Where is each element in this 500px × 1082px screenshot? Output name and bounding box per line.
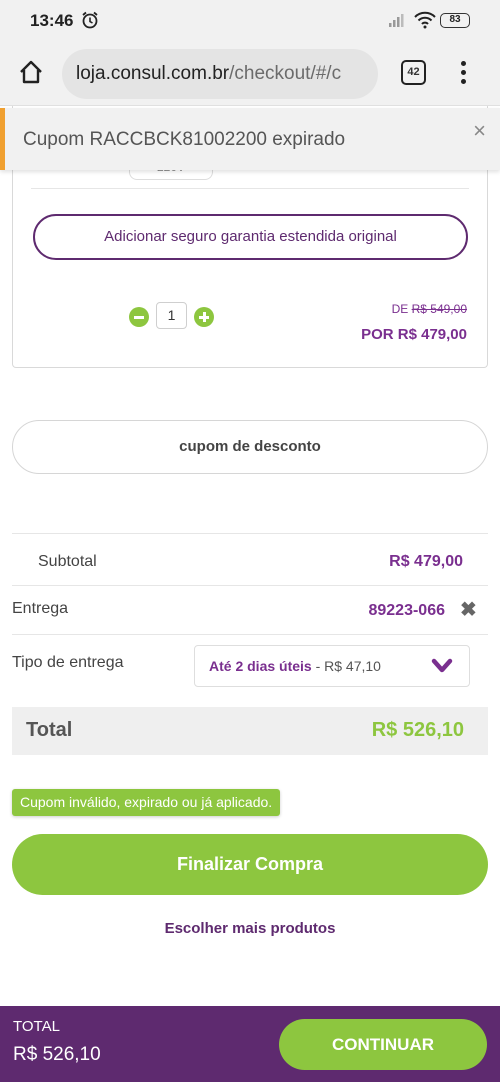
old-price-prefix: DE	[391, 302, 409, 316]
subtotal-value: R$ 479,00	[389, 553, 463, 570]
total-row: Total R$ 526,10	[12, 707, 488, 755]
delivery-type-label: Tipo de entrega	[12, 654, 124, 671]
subtotal-label: Subtotal	[38, 553, 97, 570]
finalize-purchase-button[interactable]: Finalizar Compra	[12, 834, 488, 895]
url-path: /checkout/#/c	[229, 63, 342, 84]
delivery-label: Entrega	[12, 600, 69, 617]
quantity-input[interactable]: 1	[156, 302, 187, 329]
signal-icon	[388, 12, 408, 33]
banner-message: Cupom RACCBCK81002200 expirado	[23, 129, 346, 150]
invalid-coupon-toast: Cupom inválido, expirado ou já aplicado.	[12, 789, 281, 816]
tab-switcher-button[interactable]: 42	[401, 60, 426, 85]
divider	[12, 533, 488, 534]
battery-icon: 83	[440, 13, 470, 28]
choose-more-products-link[interactable]: Escolher mais produtos	[0, 920, 500, 937]
old-price-value: R$ 549,00	[411, 302, 467, 316]
continue-button[interactable]: CONTINUAR	[279, 1019, 487, 1070]
close-icon[interactable]: ×	[473, 118, 486, 144]
bottom-total-value: R$ 526,10	[13, 1044, 101, 1065]
increase-quantity-icon[interactable]	[194, 307, 214, 327]
url-text: loja.consul.com.br/checkout/#/c	[76, 63, 341, 85]
home-icon[interactable]	[18, 59, 44, 90]
browser-toolbar: loja.consul.com.br/checkout/#/c 42	[0, 42, 500, 106]
alarm-icon	[80, 10, 100, 35]
remove-zip-icon[interactable]: ✖	[460, 600, 477, 620]
total-label: Total	[26, 719, 73, 741]
divider	[12, 585, 488, 586]
delivery-option: Até 2 dias úteis	[209, 658, 312, 674]
more-menu-icon[interactable]	[458, 59, 468, 89]
divider	[12, 634, 488, 635]
delivery-zip[interactable]: 89223-066	[368, 602, 445, 620]
old-price: DE R$ 549,00	[392, 302, 467, 316]
chevron-down-icon	[431, 658, 453, 679]
address-bar[interactable]: loja.consul.com.br/checkout/#/c	[62, 49, 378, 99]
coupon-expired-banner: Cupom RACCBCK81002200 expirado ×	[0, 108, 500, 170]
status-time: 13:46	[30, 11, 74, 30]
bottom-total-bar: TOTAL R$ 526,10 CONTINUAR	[0, 1006, 500, 1082]
wifi-icon	[414, 11, 436, 34]
decrease-quantity-icon[interactable]	[129, 307, 149, 327]
status-bar: 13:46 83	[0, 0, 500, 42]
divider	[31, 188, 469, 189]
delivery-type-value: Até 2 dias úteis - R$ 47,10	[209, 658, 381, 674]
url-host: loja.consul.com.br	[76, 63, 230, 84]
coupon-button[interactable]: cupom de desconto	[12, 420, 488, 474]
delivery-type-select[interactable]: Até 2 dias úteis - R$ 47,10	[194, 645, 470, 687]
current-price: POR R$ 479,00	[361, 326, 467, 343]
delivery-option-price: - R$ 47,10	[311, 658, 381, 674]
checkout-content: 220V Adicionar seguro garantia estendida…	[0, 106, 500, 1006]
bottom-total-label: TOTAL	[13, 1018, 60, 1035]
total-value: R$ 526,10	[371, 719, 464, 741]
add-warranty-button[interactable]: Adicionar seguro garantia estendida orig…	[33, 214, 468, 260]
